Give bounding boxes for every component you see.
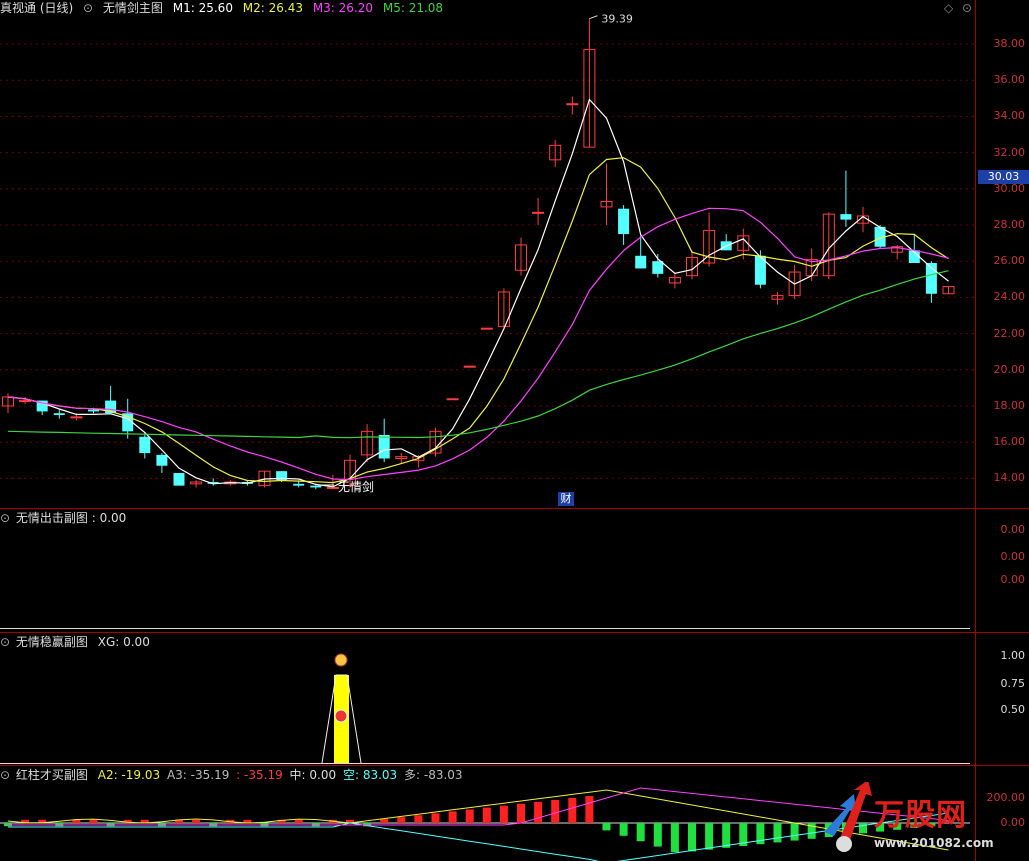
osc-bar [773, 823, 782, 843]
price-axis: 38.00 36.00 34.00 32.00 30.00 28.00 26.00 24.00… [976, 0, 1029, 508]
osc-bar [585, 796, 594, 823]
sub1-tick: 0.00 [1000, 573, 1026, 586]
candle-body [840, 214, 852, 220]
candle-body [446, 398, 459, 401]
candle-body [156, 454, 168, 466]
brand-url: www.201082.com [874, 836, 994, 850]
sub1-tick: 0.00 [1000, 523, 1026, 536]
osc-bar [448, 811, 457, 823]
osc-bar [670, 823, 679, 852]
osc-bar [465, 809, 474, 823]
osc-bar [431, 813, 440, 823]
candle-body [635, 255, 647, 269]
sub1-baseline [0, 628, 970, 629]
candle-body [173, 472, 185, 486]
price-tick: 28.00 [993, 218, 1026, 231]
price-tick: 36.00 [993, 73, 1026, 87]
osc-bar [534, 801, 543, 823]
high-pointer [589, 15, 598, 20]
price-tick: 26.00 [993, 254, 1026, 268]
candle-body [53, 413, 65, 416]
candle-body [70, 416, 83, 419]
sub2-signal [0, 653, 970, 764]
current-price-tag: 30.03 [978, 170, 1029, 184]
candle-body [326, 486, 339, 489]
price-tick: 34.00 [993, 109, 1026, 123]
price-tick: 14.00 [993, 471, 1026, 485]
candle-body [293, 483, 305, 486]
a2-line [7, 789, 949, 851]
sub1-axis: 0.00 0.00 0.00 [976, 508, 1029, 633]
price-tick: 20.00 [993, 362, 1026, 376]
candle-body [566, 103, 579, 106]
osc-bar [722, 823, 731, 848]
osc-bar [482, 807, 491, 823]
osc-bar [619, 823, 628, 836]
osc-bar [688, 823, 696, 852]
sub2-tick: 1.00 [1000, 649, 1026, 662]
osc-bar [636, 823, 645, 842]
candle-body [378, 434, 390, 459]
candle-body [310, 485, 322, 488]
price-tick: 22.00 [993, 326, 1026, 340]
signal-label: 无情剑 [338, 479, 374, 494]
cai-marker[interactable]: 财 [558, 492, 574, 506]
price-tick: 38.00 [993, 37, 1026, 50]
osc-bar [397, 817, 406, 823]
price-tick: 18.00 [993, 399, 1026, 412]
candle-body [532, 211, 545, 214]
candle-body [618, 208, 630, 235]
kong-line [8, 812, 949, 861]
sub1-title[interactable]: 无情出击副图 : 0.00 [16, 511, 126, 525]
candle-body [463, 365, 476, 368]
ball-icon [334, 709, 348, 723]
sub2-tick: 0.50 [1000, 703, 1026, 716]
pane-divider [0, 508, 1029, 509]
sub2-axis: 1.00 0.75 0.50 [976, 632, 1029, 765]
candle-body [480, 327, 493, 330]
high-label: 39.39 [601, 13, 633, 26]
money-bag-icon [334, 653, 348, 667]
osc-bar [294, 819, 303, 823]
osc-bar [705, 823, 714, 850]
m5-line [7, 270, 949, 439]
price-tick: 16.00 [993, 435, 1026, 449]
osc-bar [380, 819, 389, 823]
osc-bar [192, 819, 201, 823]
osc-bar [517, 803, 525, 823]
collapse-icon[interactable]: ⊙ [0, 511, 10, 525]
osc-bar [653, 823, 662, 847]
price-tick: 32.00 [993, 145, 1026, 159]
osc-bar [551, 799, 560, 823]
axis-divider [975, 0, 976, 861]
osc-bar [89, 819, 98, 823]
candle-body [139, 436, 151, 454]
candlestick-chart[interactable]: 39.39 无情剑 [0, 0, 975, 508]
candle-body [652, 261, 664, 274]
brand-name: 万股网 [874, 798, 967, 833]
osc-bar [499, 805, 508, 823]
sub1-header: ⊙ 无情出击副图 : 0.00 [0, 510, 132, 527]
m1-line [7, 98, 949, 488]
osc-bar [414, 815, 423, 823]
osc-bar [602, 823, 611, 831]
osc-bar [568, 797, 577, 823]
sub1-tick: 0.00 [1000, 550, 1026, 563]
osc-bar [790, 823, 799, 841]
candle-body [19, 400, 32, 403]
sub2-tick: 0.75 [1000, 677, 1026, 690]
price-tick: 24.00 [993, 290, 1026, 304]
